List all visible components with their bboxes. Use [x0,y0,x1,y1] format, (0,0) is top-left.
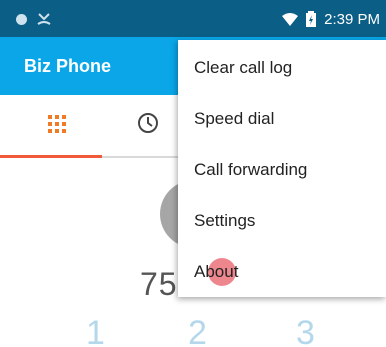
overflow-menu: Clear call log Speed dial Call forwardin… [178,40,386,297]
keypad-row: 1 2 3 [0,312,386,347]
missed-call-icon [37,13,51,25]
status-right: 2:39 PM [282,8,380,30]
tab-keypad[interactable] [0,95,102,158]
menu-item-call-forwarding[interactable]: Call forwarding [178,144,386,195]
key-2[interactable]: 2 [188,314,207,347]
battery-charging-icon [306,11,317,27]
key-1[interactable]: 1 [86,314,105,347]
grid-icon [48,115,66,133]
menu-item-label: Settings [194,211,256,230]
menu-item-label: Speed dial [194,109,275,128]
menu-item-label: Clear call log [194,58,293,77]
circle-notification-icon [16,13,27,25]
dialed-number: 75 [140,266,178,302]
status-bar: 2:39 PM [0,0,386,37]
menu-item-about[interactable]: About [178,246,386,297]
status-left-icons [16,12,51,26]
tab-selected-indicator [0,155,102,158]
status-time: 2:39 PM [324,10,380,28]
app-title: Biz Phone [24,56,112,76]
wifi-icon [282,12,299,26]
menu-item-clear-call-log[interactable]: Clear call log [178,42,386,93]
menu-item-label: About [194,262,239,281]
menu-item-settings[interactable]: Settings [178,195,386,246]
menu-item-label: Call forwarding [194,160,308,179]
key-3[interactable]: 3 [296,314,315,347]
clock-icon [138,113,158,133]
menu-item-speed-dial[interactable]: Speed dial [178,93,386,144]
